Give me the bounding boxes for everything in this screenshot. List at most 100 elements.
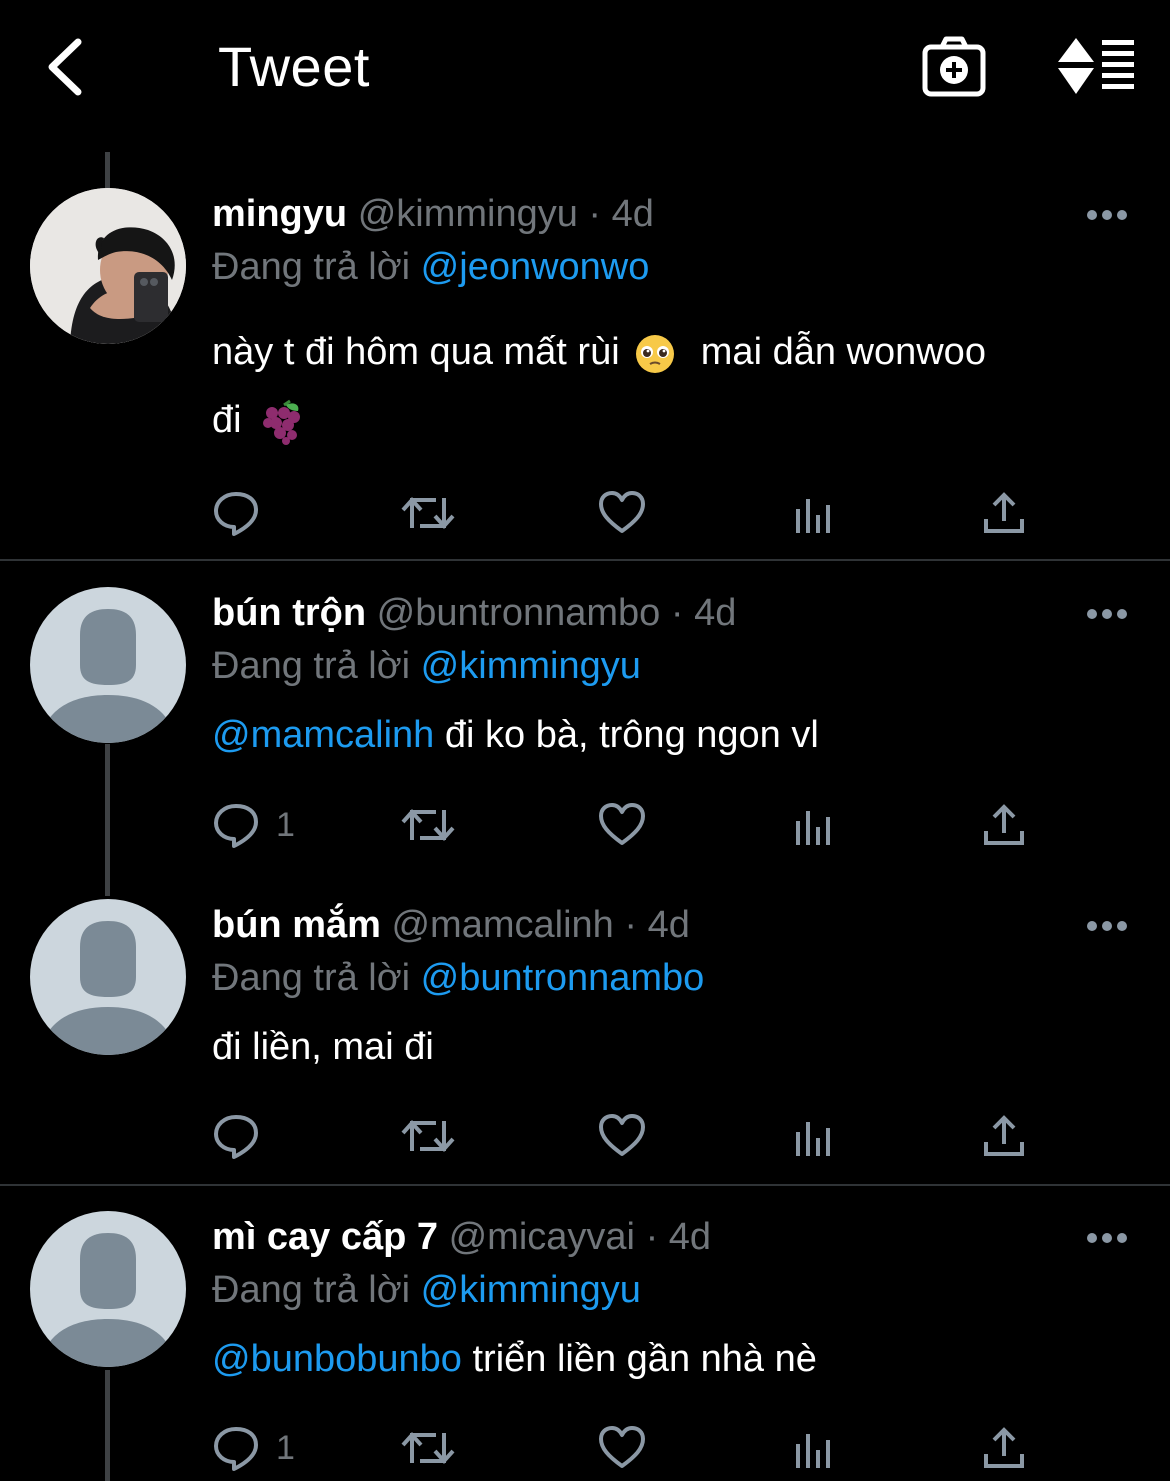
analytics-button[interactable] bbox=[794, 1423, 834, 1473]
like-icon bbox=[599, 1114, 645, 1156]
share-icon bbox=[984, 492, 1024, 533]
default-avatar-icon bbox=[40, 1233, 176, 1367]
user-handle: @micayvai bbox=[448, 1216, 635, 1258]
thread-connector bbox=[105, 744, 110, 896]
like-button[interactable] bbox=[598, 1111, 646, 1161]
reply-button[interactable]: 1 bbox=[212, 800, 295, 850]
user-handle: @mamcalinh bbox=[391, 904, 614, 946]
reply-count: 1 bbox=[276, 805, 295, 844]
like-button[interactable] bbox=[598, 800, 646, 850]
retweet-button[interactable] bbox=[400, 1423, 456, 1473]
tweet-actions bbox=[212, 488, 1042, 538]
like-button[interactable] bbox=[598, 1423, 646, 1473]
share-icon bbox=[984, 1427, 1024, 1468]
like-icon bbox=[599, 1426, 645, 1468]
separator: · bbox=[588, 193, 602, 235]
reply-icon bbox=[214, 1115, 258, 1159]
profile-photo bbox=[30, 188, 186, 344]
display-name[interactable]: mingyu bbox=[212, 193, 347, 235]
pleading-face-emoji bbox=[636, 334, 675, 373]
avatar[interactable] bbox=[30, 188, 186, 344]
retweet-button[interactable] bbox=[400, 488, 456, 538]
more-options-icon[interactable] bbox=[1086, 1231, 1128, 1245]
analytics-button[interactable] bbox=[794, 1111, 834, 1161]
tweet-text-part: đi ko bà, trông ngon vl bbox=[444, 714, 819, 756]
retweet-button[interactable] bbox=[400, 1111, 456, 1161]
share-icon bbox=[984, 1115, 1024, 1156]
timestamp: 4d bbox=[647, 904, 690, 946]
tweet-text-part: đi liền, mai đi bbox=[212, 1026, 434, 1068]
tweet-text-part: này t đi hôm qua mất rùi bbox=[212, 331, 620, 373]
back-button[interactable] bbox=[40, 34, 100, 100]
mention-link[interactable]: @mamcalinh bbox=[212, 714, 434, 756]
retweet-icon bbox=[401, 809, 455, 841]
reply-mention-link[interactable]: @buntronnambo bbox=[421, 957, 705, 999]
reply-button[interactable] bbox=[212, 488, 260, 538]
divider bbox=[0, 1184, 1170, 1186]
reply-button[interactable] bbox=[212, 1111, 260, 1161]
like-button[interactable] bbox=[598, 488, 646, 538]
avatar[interactable] bbox=[30, 587, 186, 743]
retweet-button[interactable] bbox=[400, 800, 456, 850]
replying-to: Đang trả lời @kimmingyu bbox=[212, 1268, 641, 1312]
like-icon bbox=[599, 803, 645, 845]
reply-button[interactable]: 1 bbox=[212, 1423, 295, 1473]
replying-to-label: Đang trả lời bbox=[212, 246, 411, 288]
analytics-icon bbox=[796, 1434, 830, 1468]
tweet-text-part: đi bbox=[212, 399, 242, 441]
reply-mention-link[interactable]: @jeonwonwo bbox=[421, 246, 650, 288]
tweet-text: này t đi hôm qua mất rùi mai dẫn wonwoo … bbox=[212, 318, 1112, 454]
chevron-left-icon bbox=[48, 38, 82, 96]
tweet-meta: mì cay cấp 7 @micayvai · 4d bbox=[212, 1215, 711, 1259]
tweet-actions bbox=[212, 1111, 1042, 1161]
share-button[interactable] bbox=[982, 800, 1026, 850]
tweet-actions: 1 bbox=[212, 800, 1042, 850]
analytics-button[interactable] bbox=[794, 488, 834, 538]
more-options-icon[interactable] bbox=[1086, 919, 1128, 933]
retweet-icon bbox=[401, 1120, 455, 1152]
reply-mention-link[interactable]: @kimmingyu bbox=[421, 645, 641, 687]
reply-count: 1 bbox=[276, 1428, 295, 1467]
more-options-icon[interactable] bbox=[1086, 208, 1128, 222]
share-button[interactable] bbox=[982, 1111, 1026, 1161]
sort-button[interactable] bbox=[1056, 36, 1138, 96]
share-button[interactable] bbox=[982, 1423, 1026, 1473]
tweet-text-part: mai dẫn wonwoo bbox=[700, 331, 986, 373]
reply-mention-link[interactable]: @kimmingyu bbox=[421, 1269, 641, 1311]
camera-add-icon bbox=[922, 36, 986, 97]
retweet-icon bbox=[401, 1432, 455, 1464]
reply-icon bbox=[214, 492, 258, 536]
reply-icon bbox=[214, 1427, 258, 1471]
replying-to-label: Đang trả lời bbox=[212, 957, 411, 999]
share-icon bbox=[984, 804, 1024, 845]
analytics-button[interactable] bbox=[794, 800, 834, 850]
retweet-icon bbox=[401, 497, 455, 529]
tweet-meta: bún trộn @buntronnambo · 4d bbox=[212, 591, 736, 635]
display-name[interactable]: bún mắm bbox=[212, 904, 381, 946]
tweet-text: @bunbobunbo triển liền gần nhà nè bbox=[212, 1325, 1112, 1393]
analytics-icon bbox=[796, 1122, 830, 1156]
thread-connector bbox=[105, 1370, 110, 1481]
display-name[interactable]: mì cay cấp 7 bbox=[212, 1216, 438, 1258]
share-button[interactable] bbox=[982, 488, 1026, 538]
replying-to: Đang trả lời @kimmingyu bbox=[212, 644, 641, 688]
mention-link[interactable]: @bunbobunbo bbox=[212, 1338, 462, 1380]
like-icon bbox=[599, 491, 645, 533]
top-bar: Tweet bbox=[0, 0, 1170, 135]
reply-icon bbox=[214, 804, 258, 848]
tweet-text-part: triển liền gần nhà nè bbox=[472, 1338, 817, 1380]
page-title: Tweet bbox=[218, 35, 370, 98]
tweet-text: @mamcalinh đi ko bà, trông ngon vl bbox=[212, 701, 1112, 769]
tweet-meta: bún mắm @mamcalinh · 4d bbox=[212, 903, 690, 947]
camera-button[interactable] bbox=[920, 34, 988, 100]
display-name[interactable]: bún trộn bbox=[212, 592, 366, 634]
tweet-actions: 1 bbox=[212, 1423, 1042, 1473]
avatar[interactable] bbox=[30, 899, 186, 1055]
more-options-icon[interactable] bbox=[1086, 607, 1128, 621]
replying-to-label: Đang trả lời bbox=[212, 645, 411, 687]
timestamp: 4d bbox=[668, 1216, 712, 1258]
timestamp: 4d bbox=[694, 592, 737, 634]
avatar[interactable] bbox=[30, 1211, 186, 1367]
analytics-icon bbox=[796, 499, 830, 533]
grapes-emoji bbox=[263, 399, 301, 445]
